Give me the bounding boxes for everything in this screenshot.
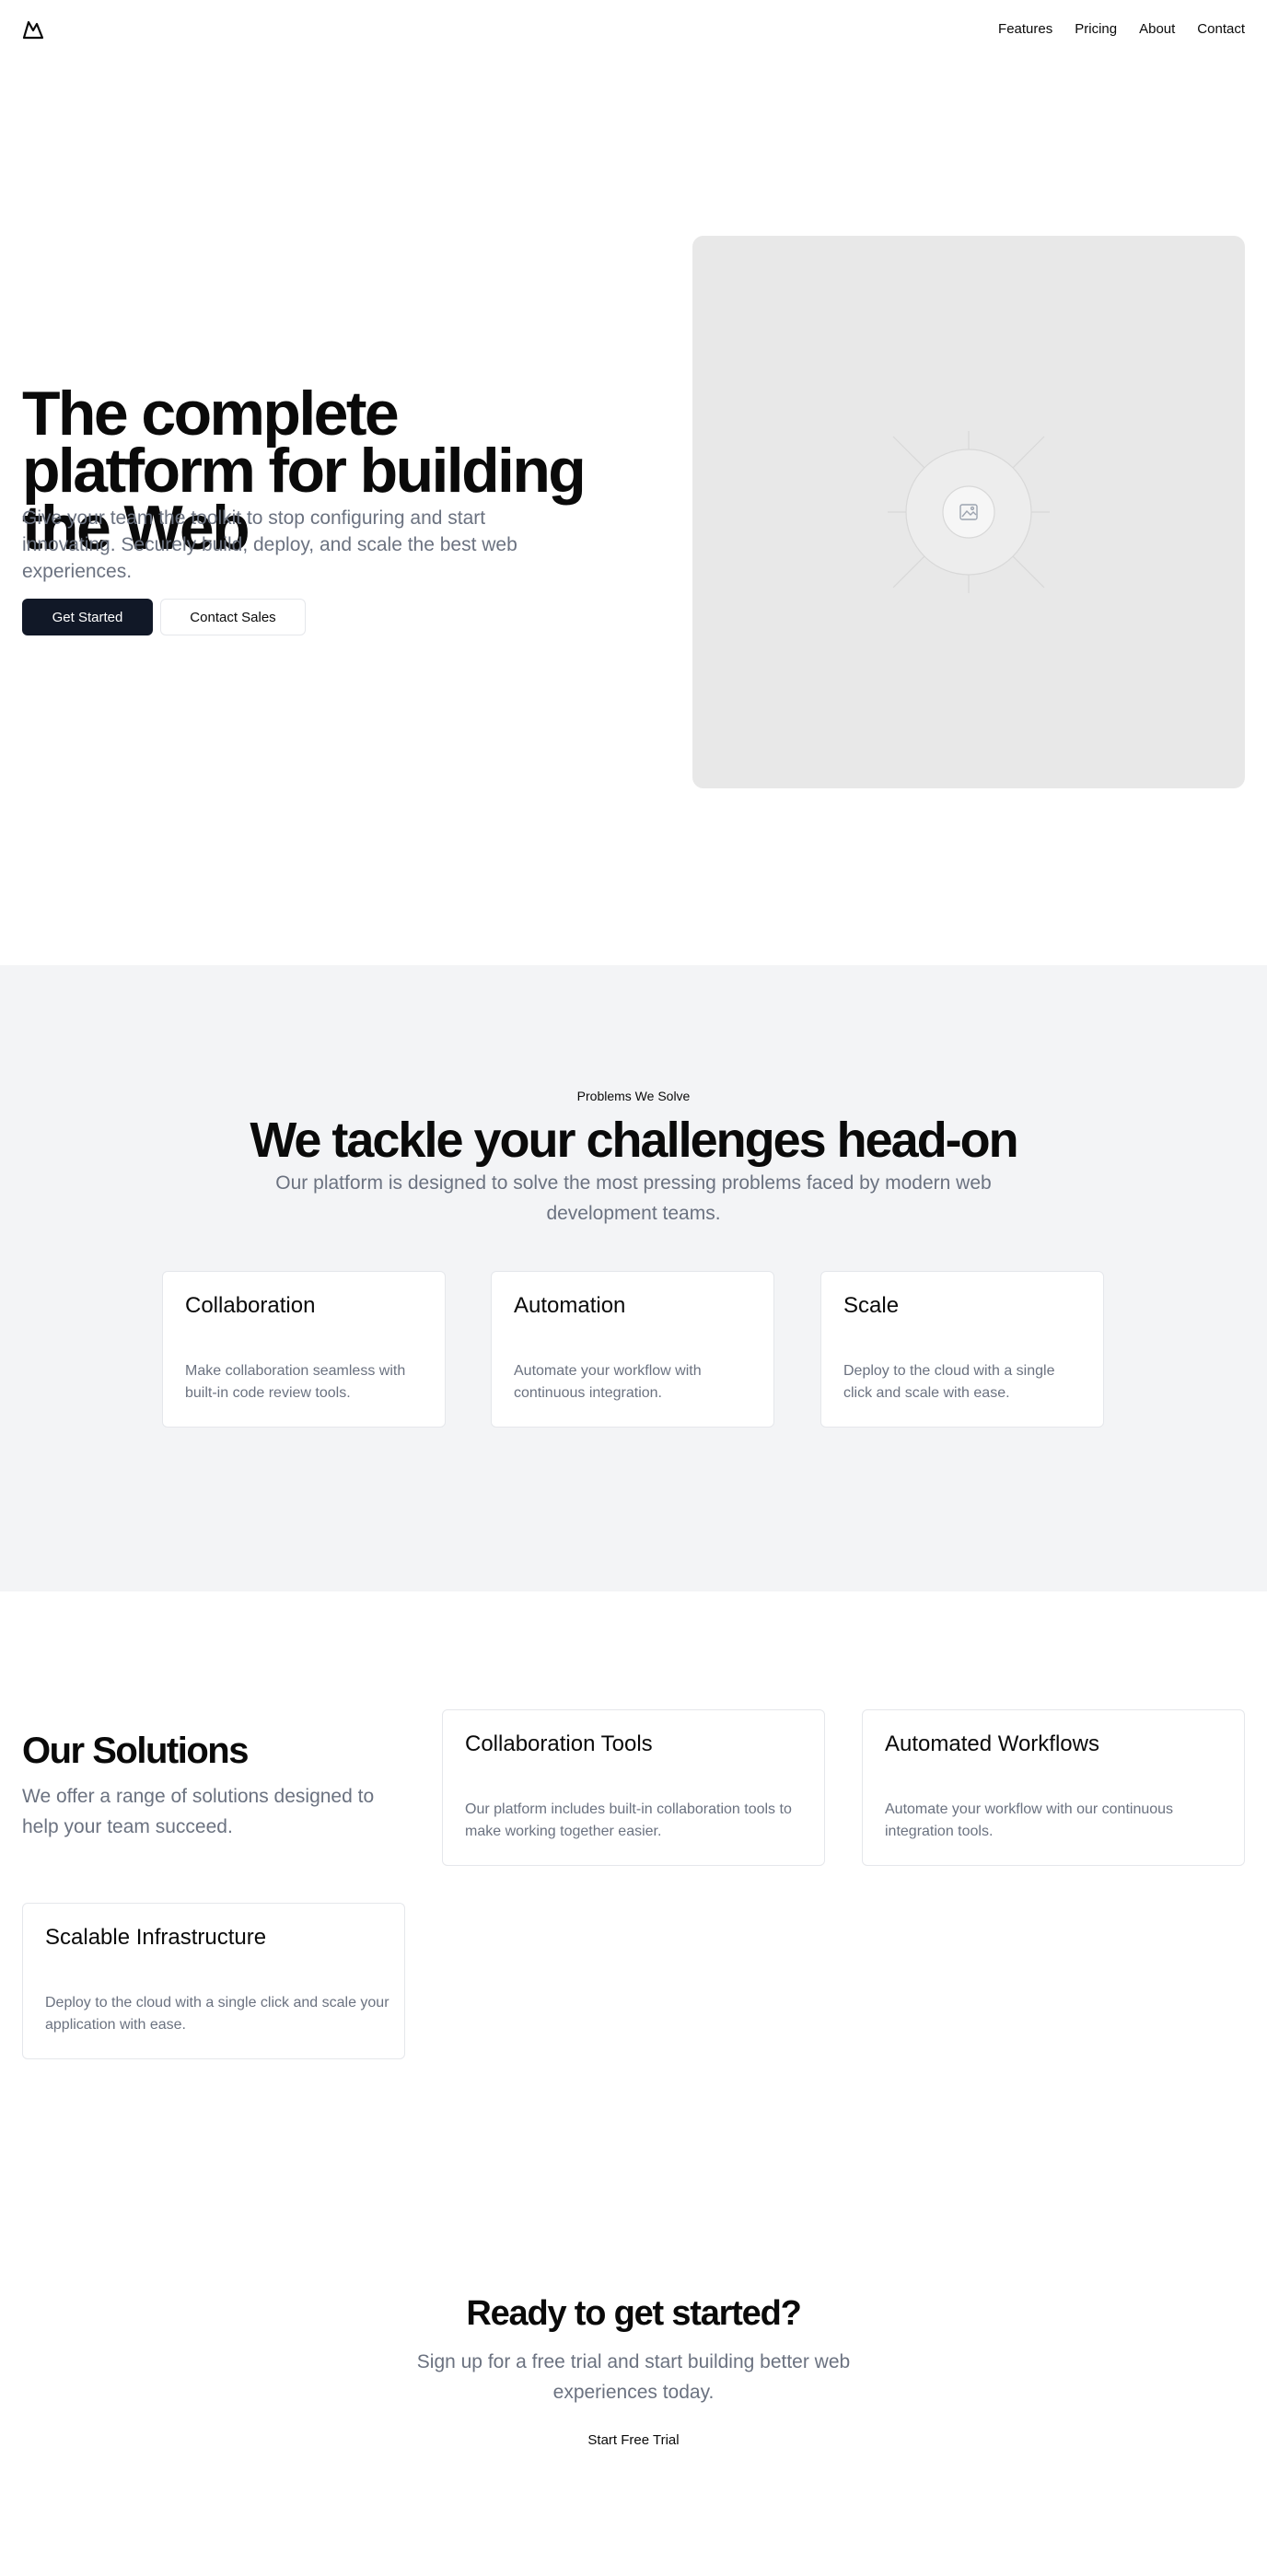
problems-section: Problems We Solve We tackle your challen…: [0, 965, 1267, 1591]
problem-card-collaboration: Collaboration Make collaboration seamles…: [162, 1271, 446, 1428]
card-text: Our platform includes built-in collabora…: [465, 1801, 792, 1839]
card-title: Scalable Infrastructure: [45, 1925, 267, 1950]
contact-sales-button[interactable]: Contact Sales: [160, 599, 306, 635]
hero-subtitle: Give your team the toolkit to stop confi…: [22, 507, 517, 582]
card-text: Deploy to the cloud with a single click …: [843, 1363, 1055, 1401]
problems-eyebrow: Problems We Solve: [576, 1089, 691, 1103]
start-free-trial-button[interactable]: Start Free Trial: [569, 2428, 698, 2452]
problems-title: We tackle your challenges head-on: [250, 1113, 1018, 1168]
nav-links: Features Pricing About Contact: [998, 19, 1245, 40]
card-text: Automate your workflow with our continuo…: [885, 1801, 1174, 1839]
cta-subtitle: Sign up for a free trial and start build…: [416, 2351, 851, 2403]
problem-card-automation: Automation Automate your workflow with c…: [491, 1271, 774, 1428]
solution-card-collaboration-tools: Collaboration Tools Our platform include…: [442, 1709, 825, 1866]
card-text: Deploy to the cloud with a single click …: [45, 1995, 389, 2033]
card-title: Automation: [514, 1293, 626, 1318]
solution-card-scalable-infrastructure: Scalable Infrastructure Deploy to the cl…: [22, 1903, 405, 2059]
card-text: Make collaboration seamless with built-i…: [185, 1363, 406, 1401]
card-title: Automated Workflows: [885, 1731, 1099, 1756]
solutions-title: Our Solutions: [22, 1731, 249, 1771]
card-title: Collaboration Tools: [465, 1731, 653, 1756]
nav-link-contact[interactable]: Contact: [1197, 19, 1245, 40]
card-text: Automate your workflow with continuous i…: [514, 1363, 702, 1401]
nav-link-features[interactable]: Features: [998, 19, 1052, 40]
nav-link-about[interactable]: About: [1139, 19, 1175, 40]
get-started-button[interactable]: Get Started: [22, 599, 153, 635]
problems-subtitle: Our platform is designed to solve the mo…: [275, 1172, 992, 1224]
hero-image-placeholder: [692, 236, 1245, 788]
card-title: Scale: [843, 1293, 900, 1318]
image-placeholder-icon: [888, 431, 1050, 593]
mountain-logo-icon[interactable]: [22, 18, 44, 41]
solutions-subtitle: We offer a range of solutions designed t…: [22, 1786, 375, 1837]
card-title: Collaboration: [185, 1293, 316, 1318]
cta-title: Ready to get started?: [466, 2294, 802, 2333]
nav-link-pricing[interactable]: Pricing: [1075, 19, 1117, 40]
top-navigation: Features Pricing About Contact: [0, 0, 1267, 59]
problem-card-scale: Scale Deploy to the cloud with a single …: [820, 1271, 1104, 1428]
hero-button-row: Get Started Contact Sales: [22, 599, 306, 635]
solution-card-automated-workflows: Automated Workflows Automate your workfl…: [862, 1709, 1245, 1866]
